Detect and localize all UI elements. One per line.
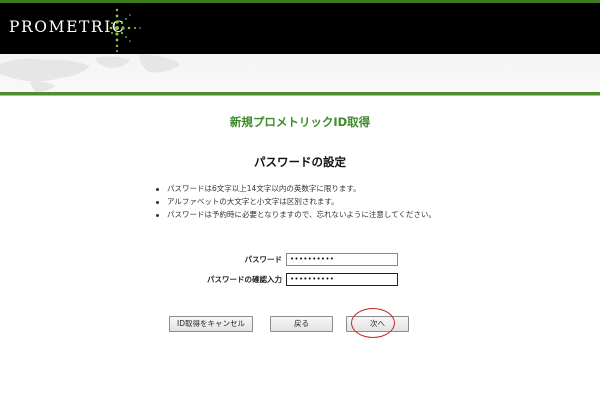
next-button[interactable]: 次へ bbox=[346, 316, 409, 332]
back-button[interactable]: 戻る bbox=[270, 316, 333, 332]
prometric-logo-icon bbox=[109, 8, 141, 52]
password-rule-length: パスワードは6文字以上14文字以内の英数字に限ります。 bbox=[154, 184, 444, 195]
cancel-id-button[interactable]: ID取得をキャンセル bbox=[169, 316, 253, 332]
confirm-password-row: パスワードの確認入力 •••••••••• bbox=[150, 273, 450, 287]
password-rule-case: アルファベットの大文字と小文字は区別されます。 bbox=[154, 197, 444, 208]
world-map-banner bbox=[0, 54, 600, 92]
world-map-graphic bbox=[0, 54, 180, 92]
password-row: パスワード •••••••••• bbox=[150, 253, 450, 267]
password-rules-list: パスワードは6文字以上14文字以内の英数字に限ります。 アルファベットの大文字と… bbox=[154, 184, 444, 223]
section-title: パスワードの設定 bbox=[254, 155, 346, 169]
password-input[interactable]: •••••••••• bbox=[286, 253, 398, 266]
confirm-password-input[interactable]: •••••••••• bbox=[286, 273, 398, 286]
password-rule-remember: パスワードは予約時に必要となりますので、忘れないように注意してください。 bbox=[154, 210, 444, 221]
confirm-password-label: パスワードの確認入力 bbox=[207, 275, 282, 284]
header-divider-light bbox=[0, 95, 600, 96]
password-label: パスワード bbox=[244, 255, 283, 264]
site-header: PROMETRIC bbox=[0, 0, 600, 54]
page-title: 新規プロメトリックID取得 bbox=[229, 115, 371, 129]
